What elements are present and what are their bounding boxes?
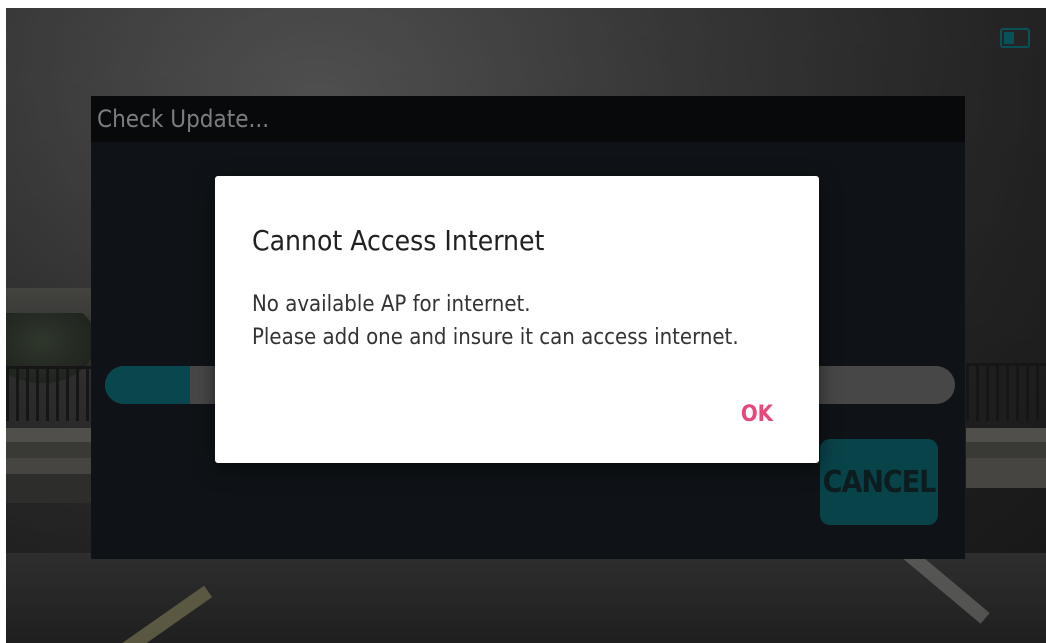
dialog-message-line-1: No available AP for internet.	[252, 292, 531, 317]
dialog-title: Cannot Access Internet	[252, 224, 545, 257]
dialog-message-line-2: Please add one and insure it can access …	[252, 325, 739, 350]
ok-button[interactable]: OK	[735, 398, 779, 431]
alert-dialog: Cannot Access Internet No available AP f…	[215, 176, 819, 463]
dialog-message: No available AP for internet. Please add…	[252, 288, 812, 354]
